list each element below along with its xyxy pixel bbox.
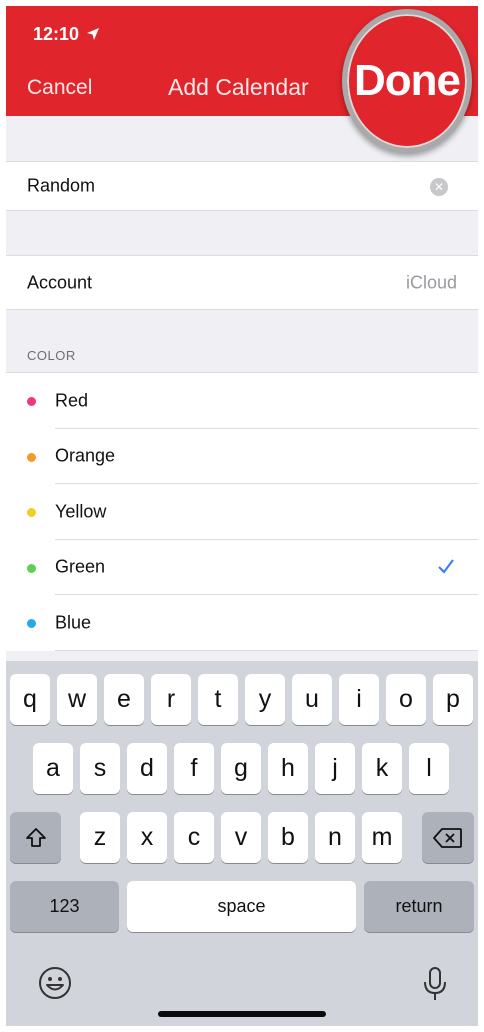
color-option-blue[interactable]: Blue: [6, 595, 478, 651]
color-option-label: Blue: [55, 612, 92, 633]
key-z[interactable]: z: [80, 812, 120, 863]
key-w[interactable]: w: [57, 674, 97, 725]
key-o[interactable]: o: [386, 674, 426, 725]
space-key[interactable]: space: [127, 881, 356, 932]
done-label: Done: [354, 56, 461, 105]
key-h[interactable]: h: [268, 743, 308, 794]
key-m[interactable]: m: [362, 812, 402, 863]
color-list: Red Orange Yellow Green Blue: [6, 372, 478, 651]
location-arrow-icon: [87, 28, 99, 40]
color-option-orange[interactable]: Orange: [6, 429, 478, 484]
color-option-label: Red: [55, 390, 89, 411]
key-t[interactable]: t: [198, 674, 238, 725]
key-u[interactable]: u: [292, 674, 332, 725]
color-option-label: Green: [55, 556, 106, 577]
color-dot: [27, 563, 36, 573]
status-time: 12:10: [33, 24, 80, 44]
shift-icon: [25, 827, 46, 847]
page-title: Add Calendar: [168, 74, 309, 100]
key-p[interactable]: p: [433, 674, 473, 725]
numbers-key[interactable]: 123: [10, 881, 119, 932]
return-key[interactable]: return: [364, 881, 474, 932]
key-y[interactable]: y: [245, 674, 285, 725]
key-l[interactable]: l: [409, 743, 449, 794]
key-d[interactable]: d: [127, 743, 167, 794]
account-value: iCloud: [405, 272, 457, 292]
delete-backspace-icon: [433, 827, 462, 848]
account-label: Account: [27, 272, 93, 292]
color-dot: [27, 452, 36, 462]
color-dot: [27, 619, 36, 628]
row-divider: [55, 649, 478, 651]
microphone-icon[interactable]: [422, 966, 448, 1002]
key-e[interactable]: e: [104, 674, 144, 725]
account-row[interactable]: Account iCloud: [6, 255, 478, 310]
home-indicator: [158, 1011, 326, 1017]
key-n[interactable]: n: [315, 812, 355, 863]
key-j[interactable]: j: [315, 743, 355, 794]
key-r[interactable]: r: [151, 674, 191, 725]
key-i[interactable]: i: [339, 674, 379, 725]
color-option-label: Yellow: [55, 501, 107, 522]
color-option-label: Orange: [55, 445, 116, 466]
key-c[interactable]: c: [174, 812, 214, 863]
color-dot: [27, 397, 36, 406]
shift-key[interactable]: [10, 812, 61, 863]
done-button[interactable]: Done: [342, 9, 472, 153]
calendar-name-field[interactable]: Random ✕: [6, 161, 478, 211]
key-a[interactable]: a: [33, 743, 73, 794]
keyboard: 123 space return qwertyuiop asdfghjkl zxcv…: [6, 661, 478, 1026]
key-s[interactable]: s: [80, 743, 120, 794]
key-x[interactable]: x: [127, 812, 167, 863]
color-dot: [27, 508, 36, 517]
screen: 12:10 Cancel Add Calendar Done Random ✕ …: [0, 0, 484, 1032]
key-q[interactable]: q: [10, 674, 50, 725]
color-option-red[interactable]: Red: [6, 373, 478, 429]
key-v[interactable]: v: [221, 812, 261, 863]
checkmark-icon: [438, 558, 454, 574]
delete-key[interactable]: [422, 812, 474, 863]
cancel-button[interactable]: Cancel: [27, 76, 92, 100]
calendar-name-value: Random: [27, 175, 96, 196]
color-section-header: COLOR: [27, 348, 76, 363]
key-k[interactable]: k: [362, 743, 402, 794]
color-option-yellow[interactable]: Yellow: [6, 484, 478, 540]
emoji-icon[interactable]: [38, 966, 72, 1000]
key-f[interactable]: f: [174, 743, 214, 794]
color-option-green[interactable]: Green: [6, 540, 478, 595]
clear-circle-icon[interactable]: ✕: [430, 178, 448, 196]
key-b[interactable]: b: [268, 812, 308, 863]
key-g[interactable]: g: [221, 743, 261, 794]
